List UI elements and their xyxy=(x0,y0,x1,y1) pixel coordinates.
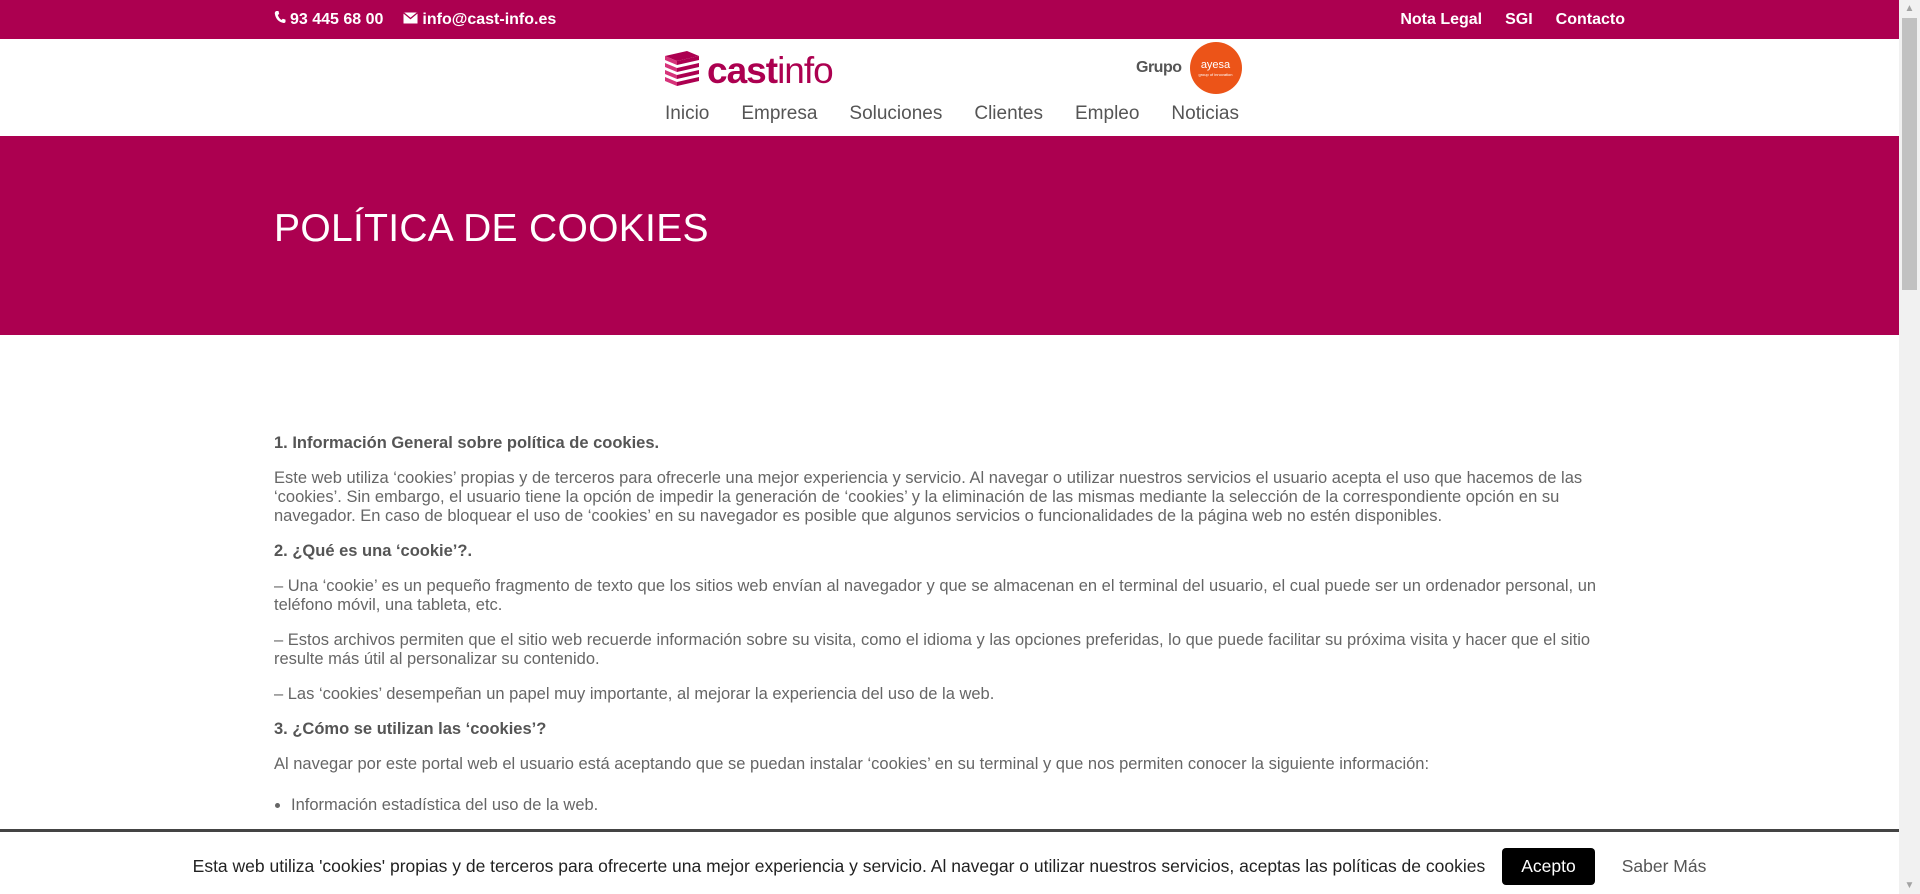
logo-wordmark-bold: cast xyxy=(707,50,778,91)
phone-icon xyxy=(274,10,286,29)
nav-item-clientes[interactable]: Clientes xyxy=(974,103,1043,125)
grupo-label: Grupo xyxy=(1136,59,1182,76)
grupo-ayesa[interactable]: Grupo ayesa group of innovation xyxy=(1136,42,1242,94)
vertical-scrollbar[interactable]: ▲ ▼ xyxy=(1899,0,1920,894)
envelope-icon xyxy=(403,11,419,29)
section-heading: 1. Información General sobre política de… xyxy=(274,434,660,452)
nav-item-empleo[interactable]: Empleo xyxy=(1075,103,1139,125)
castinfo-logo-mark xyxy=(661,48,701,93)
paragraph: – Una ‘cookie’ es un pequeño fragmento d… xyxy=(274,577,1597,614)
email-contact[interactable]: info@cast-info.es xyxy=(403,11,556,29)
castinfo-logo[interactable]: castinfo xyxy=(661,48,834,93)
logo-wordmark: castinfo xyxy=(707,50,834,91)
phone-contact[interactable]: 93 445 68 00 xyxy=(274,10,383,29)
phone-number: 93 445 68 00 xyxy=(290,10,384,28)
saber-mas-link[interactable]: Saber Más xyxy=(1622,856,1707,877)
list-item: Información estadística del uso de la we… xyxy=(291,796,1624,815)
cookie-consent-text: Esta web utiliza 'cookies' propias y de … xyxy=(192,856,1486,876)
top-links: Nota Legal SGI Contacto xyxy=(1400,0,1625,39)
contact-info: 93 445 68 00 info@cast-info.es xyxy=(274,0,556,39)
nav-item-empresa[interactable]: Empresa xyxy=(741,103,817,125)
top-link-contacto[interactable]: Contacto xyxy=(1556,11,1625,29)
paragraph: Al navegar por este portal web el usuari… xyxy=(274,755,1430,773)
paragraph: Este web utiliza ‘cookies’ propias y de … xyxy=(274,469,1583,525)
main-nav: Inicio Empresa Soluciones Clientes Emple… xyxy=(665,103,1239,125)
hero-banner: POLÍTICA DE COOKIES xyxy=(0,136,1899,335)
site-header: castinfo Grupo ayesa group of innovation… xyxy=(0,39,1899,136)
scroll-down-arrow-icon[interactable]: ▼ xyxy=(1899,877,1920,894)
ayesa-logo: ayesa group of innovation xyxy=(1189,42,1242,94)
cookie-consent-inner: Esta web utiliza 'cookies' propias y de … xyxy=(0,848,1899,885)
ayesa-logo-text: ayesa xyxy=(1200,58,1231,71)
info-list: Información estadística del uso de la we… xyxy=(274,796,1624,815)
accept-cookies-button[interactable]: Acepto xyxy=(1502,848,1595,885)
top-link-nota-legal[interactable]: Nota Legal xyxy=(1400,11,1482,29)
main-content: 1. Información General sobre política de… xyxy=(274,434,1624,815)
scrollbar-thumb[interactable] xyxy=(1902,18,1917,290)
ayesa-logo-subtext: group of innovation xyxy=(1198,71,1233,77)
nav-item-soluciones[interactable]: Soluciones xyxy=(849,103,942,125)
logo-wordmark-light: info xyxy=(777,50,834,91)
page-title: POLÍTICA DE COOKIES xyxy=(274,207,709,250)
top-link-sgi[interactable]: SGI xyxy=(1505,11,1533,29)
page: 93 445 68 00 info@cast-info.es Nota Lega… xyxy=(0,0,1899,894)
section-heading: 2. ¿Qué es una ‘cookie’?. xyxy=(274,542,473,560)
cookie-consent-bar: Esta web utiliza 'cookies' propias y de … xyxy=(0,829,1899,894)
top-bar: 93 445 68 00 info@cast-info.es Nota Lega… xyxy=(0,0,1899,39)
nav-item-inicio[interactable]: Inicio xyxy=(665,103,709,125)
section-heading: 3. ¿Cómo se utilizan las ‘cookies’? xyxy=(274,720,547,738)
nav-item-noticias[interactable]: Noticias xyxy=(1171,103,1239,125)
email-address: info@cast-info.es xyxy=(422,10,557,28)
paragraph: – Las ‘cookies’ desempeñan un papel muy … xyxy=(274,685,995,703)
paragraph: – Estos archivos permiten que el sitio w… xyxy=(274,631,1591,668)
scroll-up-arrow-icon[interactable]: ▲ xyxy=(1899,0,1920,17)
